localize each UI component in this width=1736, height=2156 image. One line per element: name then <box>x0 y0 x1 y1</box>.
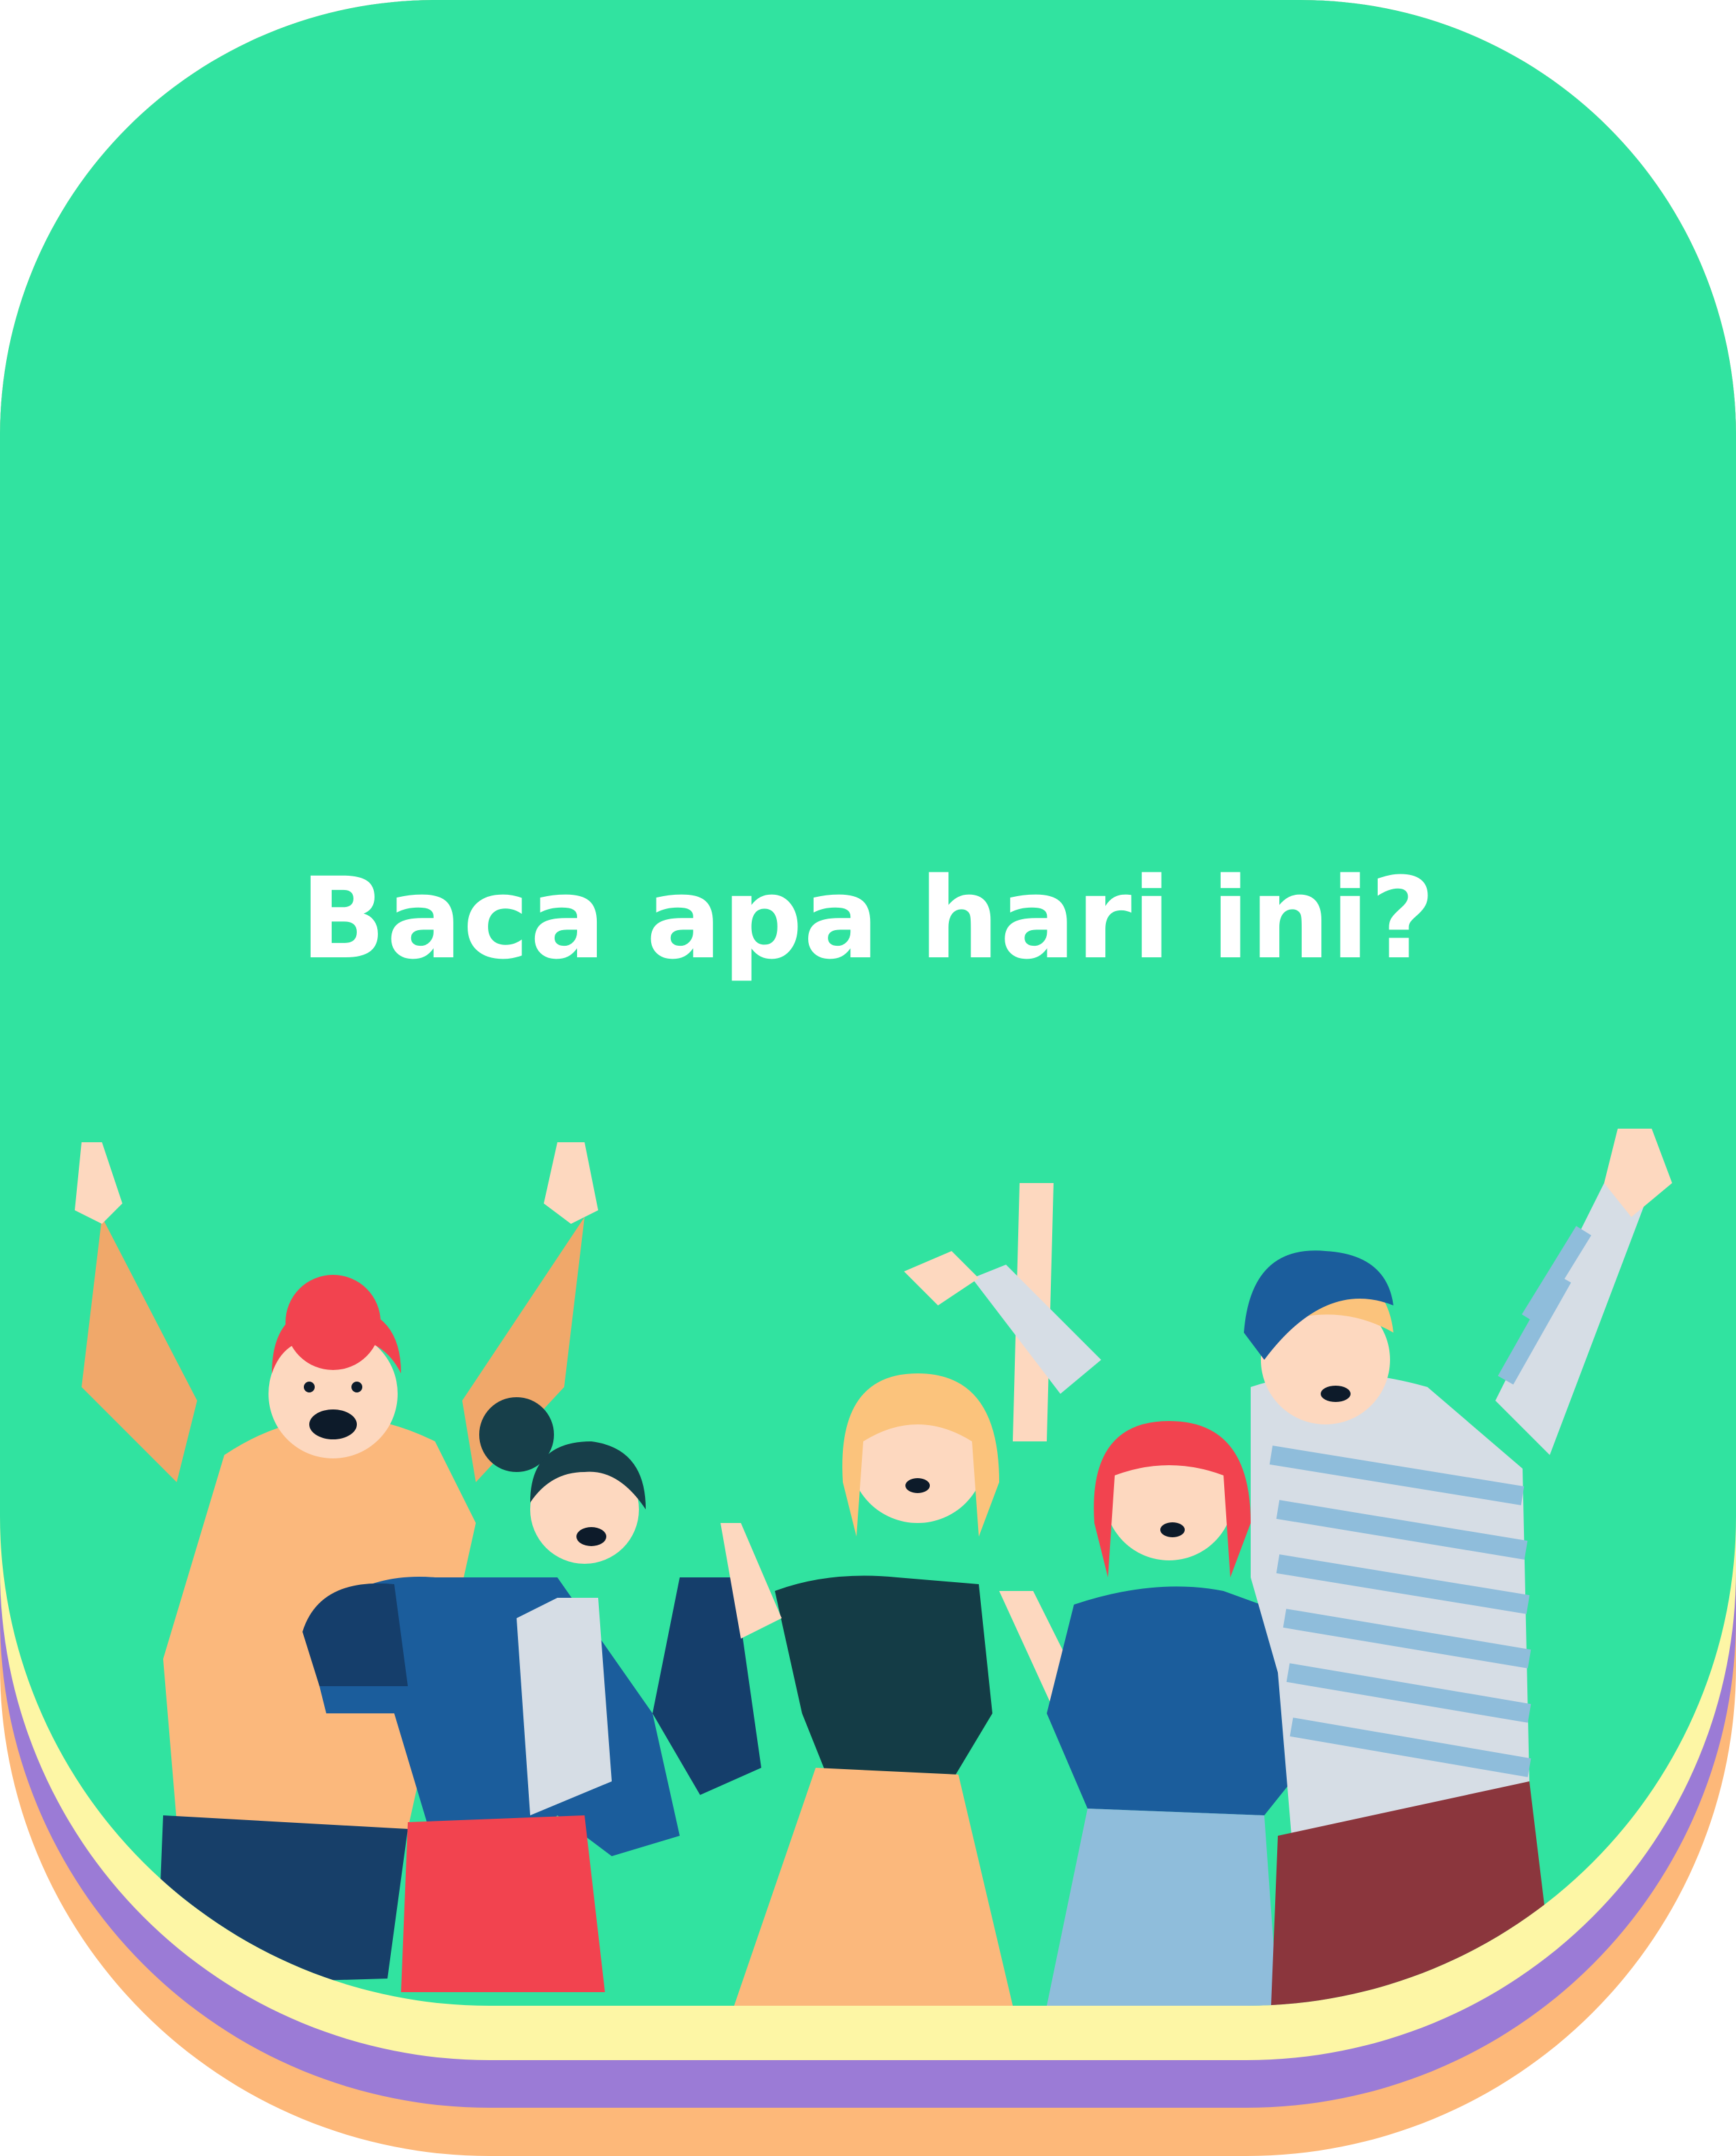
headline: Baca apa hari ini? <box>300 853 1436 984</box>
hero-card: Baca apa hari ini? <box>0 0 1736 2006</box>
people-illustration <box>75 1129 1672 2006</box>
